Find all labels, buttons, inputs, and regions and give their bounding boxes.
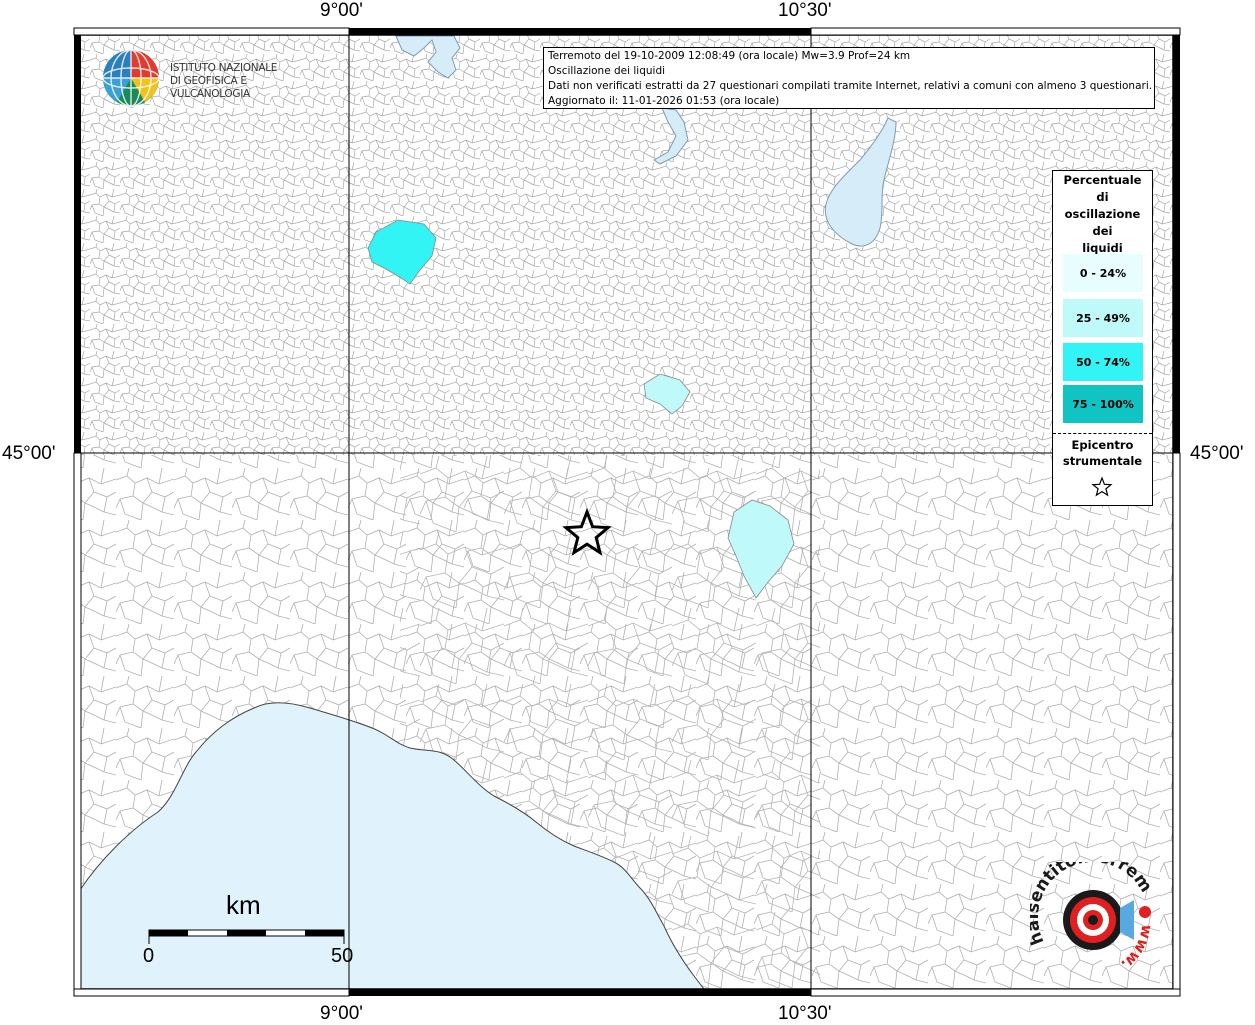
update-timestamp: Aggiornato il: 11-01-2026 01:53 (ora loc… [548,95,780,107]
legend-box: Percentuale di oscillazione dei liquidi … [1052,170,1153,506]
frame-bar-bottom-left [73,988,350,997]
frame-bar-right-lower [1172,452,1181,990]
scale-unit: km [226,890,261,920]
legend-class-label: 25 - 49% [1076,311,1130,325]
coord-right-mid: 45°00' [1190,443,1244,464]
ingv-logo: ISTITUTO NAZIONALE DI GEOFISICA E VULCAN… [100,47,315,107]
data-disclaimer: Dati non verificati estratti da 27 quest… [548,80,1153,92]
frame-bar-left-lower [73,452,82,990]
legend-class-0-24: 0 - 24% [1063,254,1143,292]
legend-epicenter-line1: Epicentro [1071,438,1134,452]
legend-epicenter-title: Epicentro strumentale [1053,437,1152,469]
legend-title-line1: Percentuale [1063,173,1142,187]
coord-top-right: 10°30' [778,0,832,21]
haisentitoilterremoto-logo: haisentitoilterremoto.it www. [1023,847,1160,982]
legend-class-25-49: 25 - 49% [1063,299,1143,337]
coord-left-mid: 45°00' [2,443,56,464]
coord-bottom-left: 9°00' [320,1003,363,1024]
legend-title: Percentuale di oscillazione dei liquidi [1053,172,1152,257]
star-icon [1091,476,1113,497]
map-subject: Oscillazione dei liquidi [548,65,666,77]
event-title: Terremoto del 19-10-2009 12:08:49 (ora l… [548,50,911,62]
legend-separator [1053,433,1152,434]
frame-bar-top-left [73,27,350,36]
logo-graphic: haisentitoilterremoto.it www. [1023,847,1156,974]
legend-epicenter-line2: strumentale [1062,454,1143,468]
legend-class-label: 0 - 24% [1079,266,1127,280]
scale-min-label: 0 [143,945,155,967]
frame-bar-bottom-right [810,988,1181,997]
legend-class-label: 50 - 74% [1076,355,1130,369]
event-info-box: Terremoto del 19-10-2009 12:08:49 (ora l… [543,47,1155,109]
legend-class-label: 75 - 100% [1072,397,1134,411]
legend-class-75-100: 75 - 100% [1063,385,1143,423]
legend-title-line2: di [1096,190,1109,204]
frame-bar-left-upper [74,35,81,453]
globe-icon [102,49,160,107]
ingv-name-line1: ISTITUTO NAZIONALE [170,62,278,74]
legend-title-line4: dei [1092,224,1113,238]
ingv-name: ISTITUTO NAZIONALE DI GEOFISICA E VULCAN… [170,62,315,101]
ingv-name-line2: DI GEOFISICA E VULCANOLOGIA [170,75,250,100]
coord-top-left: 9°00' [320,0,363,21]
scale-max-label: 50 [331,945,354,967]
legend-title-line3: oscillazione [1064,207,1141,221]
frame-bar-top-mid [349,28,811,35]
frame-bar-right-upper [1173,35,1180,453]
coord-bottom-right: 10°30' [778,1003,832,1024]
legend-class-50-74: 50 - 74% [1063,343,1143,381]
frame-bar-top-right [810,27,1181,36]
frame-bar-bottom-mid [349,989,811,996]
